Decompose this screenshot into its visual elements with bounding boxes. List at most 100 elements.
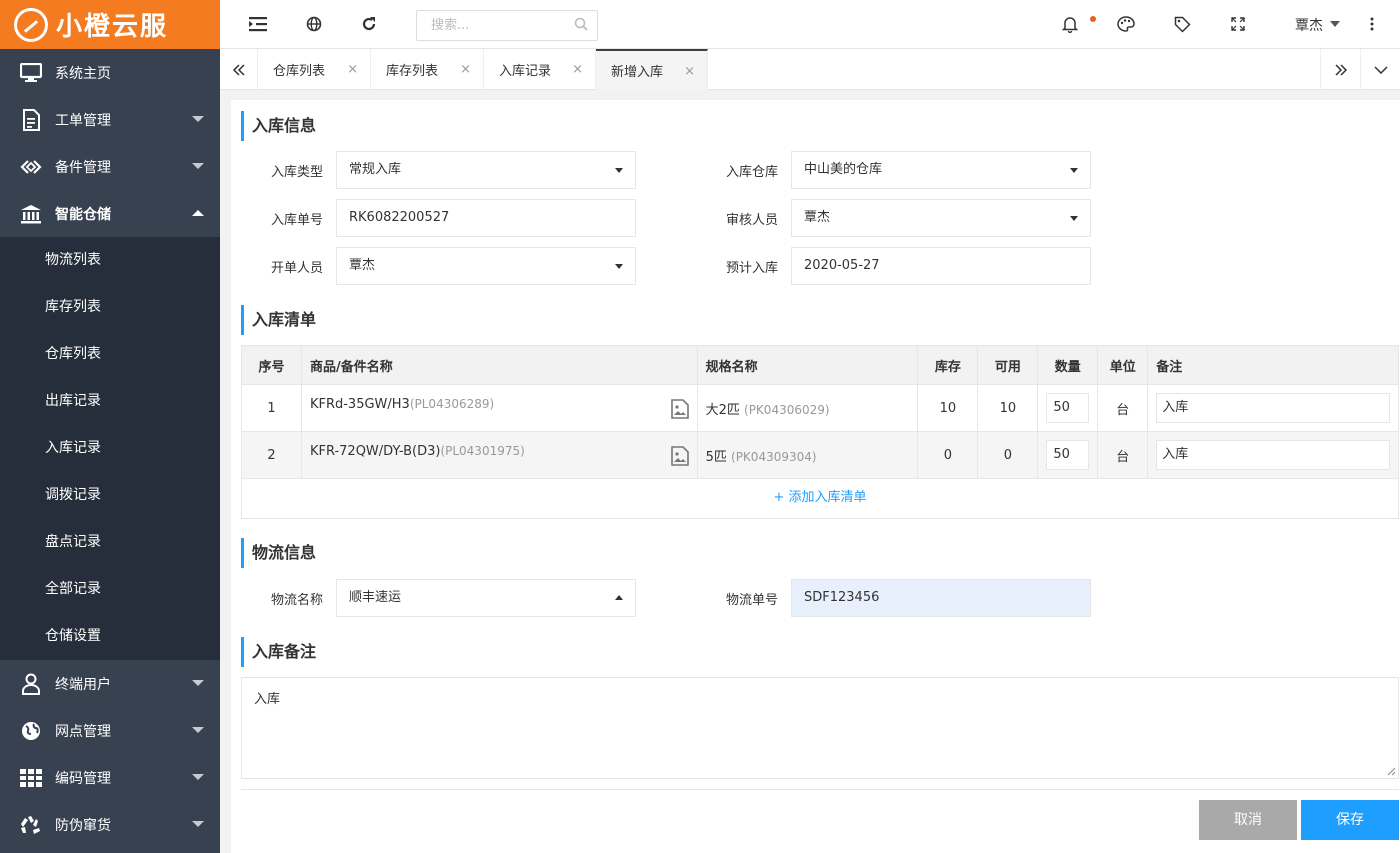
- remark-input[interactable]: 入库: [1156, 393, 1390, 423]
- submenu-item-warehouse-list[interactable]: 仓库列表: [0, 331, 220, 378]
- tab-bar: 仓库列表 × 库存列表 × 入库记录 × 新增入库 ×: [220, 49, 1400, 90]
- grid-icon: [20, 767, 42, 789]
- column-header: 序号: [241, 345, 302, 385]
- menu-indent-icon[interactable]: [248, 14, 268, 34]
- stock-cell: 0: [917, 431, 979, 479]
- search-icon[interactable]: [574, 17, 588, 31]
- tab-scroll-right-button[interactable]: [1320, 49, 1360, 90]
- image-icon[interactable]: [670, 446, 689, 466]
- inbound-order-input[interactable]: RK6082200527: [336, 199, 636, 237]
- select-value: 覃杰: [349, 258, 376, 273]
- bell-icon[interactable]: [1060, 14, 1080, 34]
- field-label: 预计入库: [725, 261, 778, 276]
- main-panel: 入库信息 入库类型 常规入库 入库仓库 中山美的仓库 入库单号 RK608220…: [231, 100, 1400, 853]
- creator-select[interactable]: 覃杰: [336, 247, 636, 285]
- warehouse-submenu: 物流列表 库存列表 仓库列表 出库记录 入库记录 调拨记录 盘点记录 全部记录 …: [0, 237, 220, 660]
- close-icon[interactable]: ×: [347, 62, 358, 77]
- inbound-type-select[interactable]: 常规入库: [336, 151, 636, 189]
- caret-down-icon: [615, 168, 623, 173]
- sidebar-item-outlets[interactable]: 网点管理: [0, 707, 220, 754]
- tab-warehouse-list[interactable]: 仓库列表 ×: [258, 49, 371, 90]
- sidebar-item-label: 终端用户: [55, 676, 111, 693]
- unit-cell: 台: [1097, 384, 1149, 432]
- submenu-item-inventory-records[interactable]: 盘点记录: [0, 519, 220, 566]
- monitor-icon: [20, 62, 42, 84]
- save-button[interactable]: 保存: [1301, 800, 1399, 840]
- user-name[interactable]: 覃杰: [1295, 15, 1323, 35]
- inbound-warehouse-select[interactable]: 中山美的仓库: [791, 151, 1091, 189]
- column-header: 备注: [1147, 345, 1399, 385]
- image-icon[interactable]: [670, 399, 689, 419]
- sidebar: 小橙云服 系统主页 工单管理 备件管理 智能仓储 物流列表 库存列表 仓库列表 …: [0, 0, 220, 853]
- add-inbound-item-button[interactable]: + 添加入库清单: [241, 478, 1399, 519]
- close-icon[interactable]: ×: [460, 62, 471, 77]
- column-header: 数量: [1037, 345, 1099, 385]
- sidebar-item-codes[interactable]: 编码管理: [0, 754, 220, 801]
- user-icon: [20, 673, 42, 695]
- document-icon: [20, 108, 42, 131]
- sidebar-item-home[interactable]: 系统主页: [0, 49, 220, 96]
- submenu-item-outbound-records[interactable]: 出库记录: [0, 378, 220, 425]
- section-title-remark: 入库备注: [241, 637, 316, 667]
- globe-icon: [20, 720, 42, 742]
- sidebar-item-warehouse[interactable]: 智能仓储: [0, 190, 220, 237]
- field-label: 开单人员: [270, 261, 323, 276]
- select-value: 顺丰速运: [349, 590, 402, 605]
- sidebar-item-end-users[interactable]: 终端用户: [0, 660, 220, 707]
- field-label: 入库单号: [270, 213, 323, 228]
- table-row: 2 KFR-72QW/DY-B(D3)(PL04301975) 5匹 (PK04…: [241, 431, 1399, 479]
- expected-date-input[interactable]: 2020-05-27: [791, 247, 1091, 285]
- more-vertical-icon[interactable]: [1362, 14, 1382, 34]
- close-icon[interactable]: ×: [684, 64, 695, 79]
- spec-code: (PK04309304): [731, 449, 817, 464]
- recycle-icon: [20, 814, 42, 836]
- chevron-down-icon[interactable]: [1330, 21, 1340, 27]
- globe-icon[interactable]: [304, 14, 324, 34]
- tab-inbound-records[interactable]: 入库记录 ×: [484, 49, 596, 90]
- remark-input[interactable]: 入库: [1156, 440, 1390, 470]
- stock-cell: 10: [917, 384, 979, 432]
- search-input[interactable]: [416, 10, 598, 41]
- close-icon[interactable]: ×: [572, 62, 583, 77]
- submenu-item-inbound-records[interactable]: 入库记录: [0, 425, 220, 472]
- submenu-item-stock-list[interactable]: 库存列表: [0, 284, 220, 331]
- double-chevron-right-icon: [1334, 63, 1347, 76]
- sidebar-item-anti-counterfeit[interactable]: 防伪窜货: [0, 801, 220, 848]
- fullscreen-icon[interactable]: [1228, 14, 1248, 34]
- product-name-cell: KFRd-35GW/H3(PL04306289): [300, 384, 698, 432]
- table-header-row: 序号 商品/备件名称 规格名称 库存 可用 数量 单位 备注: [241, 345, 1399, 385]
- remark-textarea[interactable]: 入库: [241, 677, 1399, 779]
- tab-new-inbound[interactable]: 新增入库 ×: [596, 49, 708, 90]
- tag-icon[interactable]: [1172, 14, 1192, 34]
- submenu-item-logistics-list[interactable]: 物流列表: [0, 237, 220, 284]
- submenu-item-all-records[interactable]: 全部记录: [0, 566, 220, 613]
- logo[interactable]: 小橙云服: [0, 0, 220, 49]
- quantity-input[interactable]: 50: [1046, 393, 1090, 423]
- submenu-item-warehouse-settings[interactable]: 仓储设置: [0, 613, 220, 660]
- sidebar-item-parts[interactable]: 备件管理: [0, 143, 220, 190]
- divider: [241, 789, 1399, 790]
- tab-scroll-left-button[interactable]: [220, 49, 258, 90]
- logistics-number-input[interactable]: SDF123456: [791, 579, 1091, 617]
- tab-menu-button[interactable]: [1360, 49, 1400, 90]
- logo-text: 小橙云服: [56, 12, 169, 42]
- column-header: 库存: [917, 345, 979, 385]
- submenu-item-transfer-records[interactable]: 调拨记录: [0, 472, 220, 519]
- unit-cell: 台: [1097, 431, 1149, 479]
- tab-stock-list[interactable]: 库存列表 ×: [371, 49, 484, 90]
- refresh-icon[interactable]: [359, 14, 379, 34]
- quantity-input[interactable]: 50: [1046, 440, 1090, 470]
- spec-name: 大2匹: [705, 402, 740, 418]
- auditor-select[interactable]: 覃杰: [791, 199, 1091, 237]
- column-header: 商品/备件名称: [300, 345, 698, 385]
- product-code: (PL04306289): [409, 397, 495, 411]
- quantity-cell: 50: [1037, 384, 1099, 432]
- logistics-name-select[interactable]: 顺丰速运: [336, 579, 636, 617]
- cancel-button[interactable]: 取消: [1199, 800, 1297, 840]
- table-row: 1 KFRd-35GW/H3(PL04306289) 大2匹 (PK043060…: [241, 384, 1399, 432]
- palette-icon[interactable]: [1116, 14, 1136, 34]
- chevron-up-icon: [192, 210, 204, 216]
- spec-cell: 大2匹 (PK04306029): [696, 384, 919, 432]
- sidebar-item-workorder[interactable]: 工单管理: [0, 96, 220, 143]
- column-header: 可用: [977, 345, 1039, 385]
